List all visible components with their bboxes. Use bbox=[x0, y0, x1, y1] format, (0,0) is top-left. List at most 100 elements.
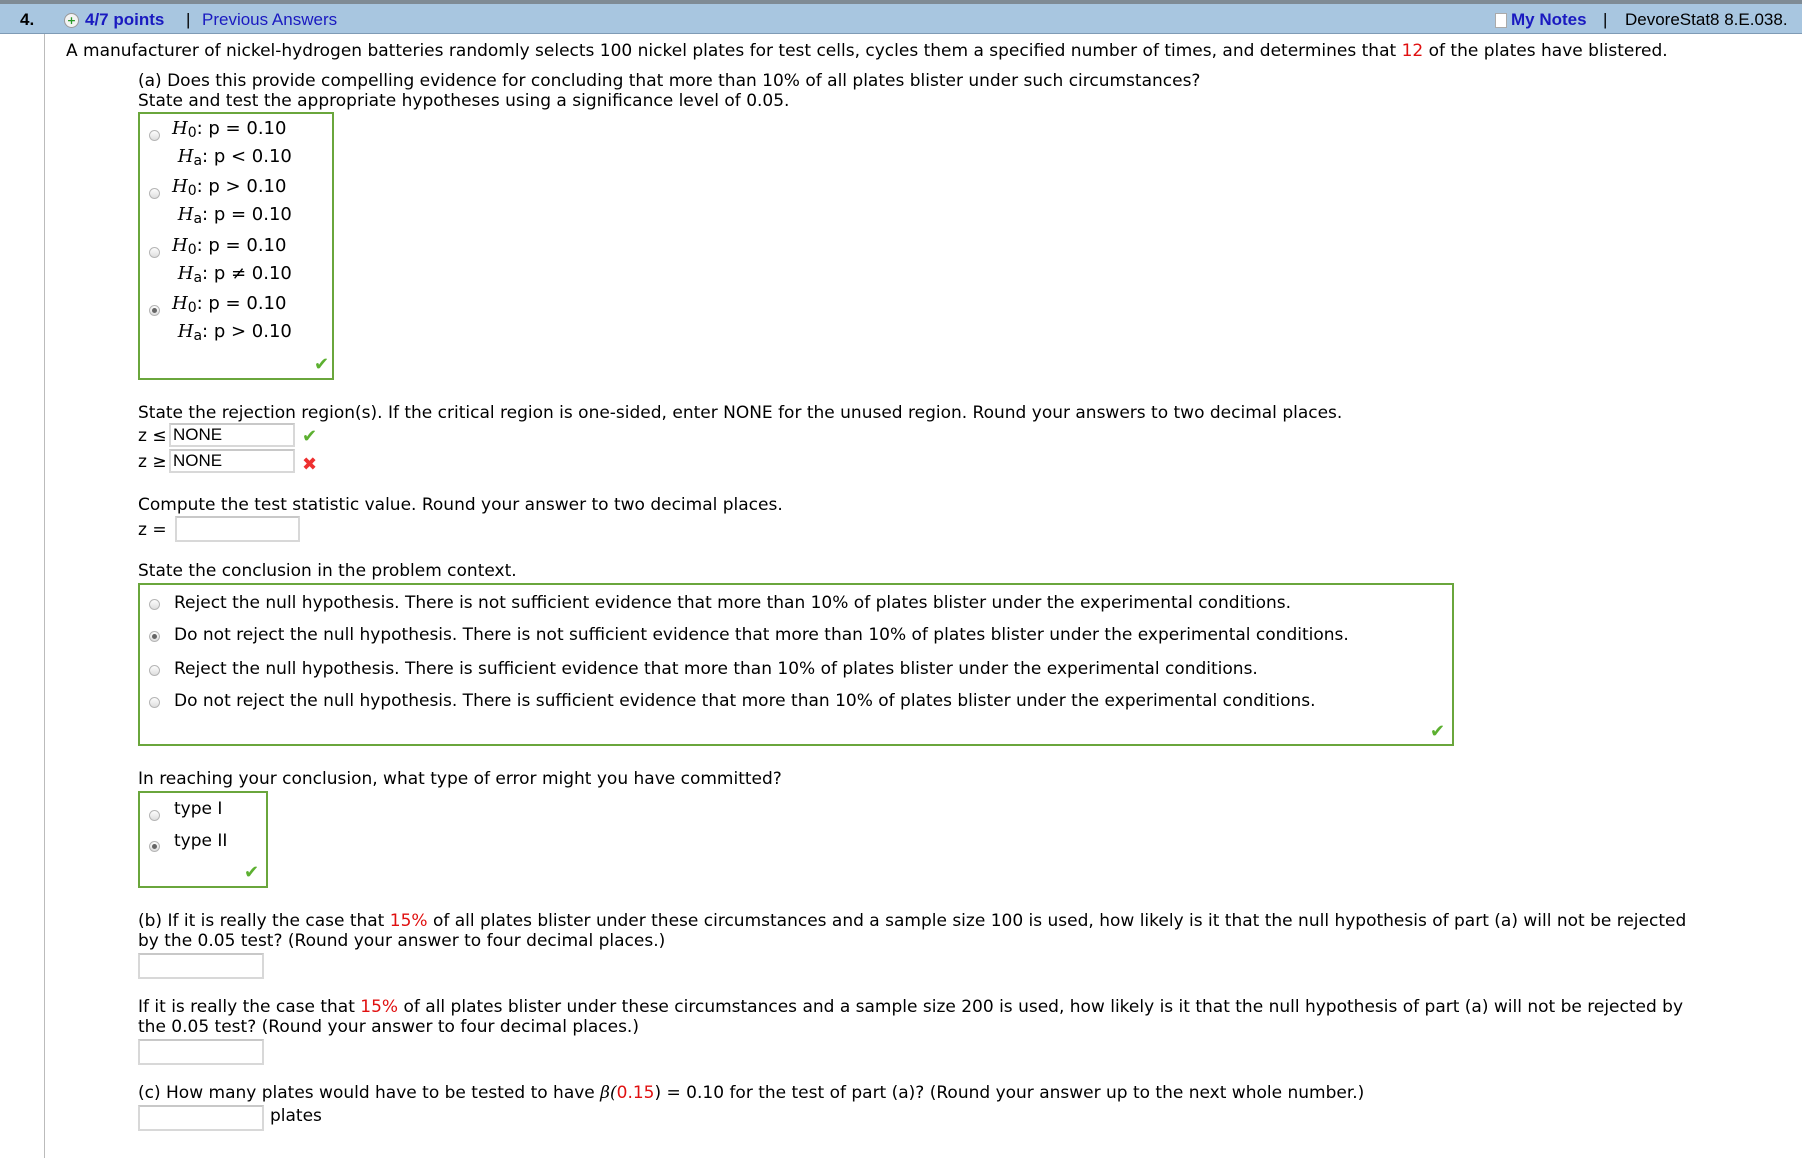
h0-symbol: H bbox=[172, 118, 188, 139]
conclusion-option-2[interactable]: Do not reject the null hypothesis. There… bbox=[174, 625, 1349, 645]
h0-text: : p = 0.10 bbox=[196, 118, 287, 139]
error-option-type-2[interactable]: type II bbox=[174, 831, 227, 851]
my-notes-label[interactable]: My Notes bbox=[1511, 10, 1587, 30]
part-b-question-2: If it is really the case that 15% of all… bbox=[138, 997, 1683, 1017]
conclusion-option-4[interactable]: Do not reject the null hypothesis. There… bbox=[174, 691, 1316, 711]
ha-symbol: H bbox=[177, 146, 194, 167]
part-b-question-1: (b) If it is really the case that 15% of… bbox=[138, 911, 1686, 931]
ha-text: : p = 0.10 bbox=[202, 204, 292, 225]
test-statistic-prompt: Compute the test statistic value. Round … bbox=[138, 495, 783, 515]
part-b-answer-1-input[interactable] bbox=[138, 953, 264, 979]
part-c-question: (c) How many plates would have to be tes… bbox=[138, 1083, 1364, 1103]
part-b-q1-text-end: of all plates blister under these circum… bbox=[427, 911, 1687, 931]
conclusion-radio-3[interactable] bbox=[149, 665, 160, 676]
hypothesis-radio-2[interactable] bbox=[149, 188, 160, 199]
beta-symbol: β( bbox=[600, 1083, 617, 1103]
error-type-prompt: In reaching your conclusion, what type o… bbox=[138, 769, 782, 789]
h0-subscript: 0 bbox=[187, 125, 197, 141]
ha-symbol: H bbox=[177, 204, 194, 225]
h0-text: : p = 0.10 bbox=[196, 293, 287, 314]
correct-check-icon: ✔ bbox=[314, 354, 330, 375]
ha-text: : p ≠ 0.10 bbox=[202, 263, 292, 284]
problem-code: DevoreStat8 8.E.038. bbox=[1625, 10, 1788, 29]
hypotheses-choice-group: H0: p = 0.10 Ha: p < 0.10 H0: p > 0.10 H… bbox=[138, 112, 334, 380]
conclusion-choice-group: Reject the null hypothesis. There is not… bbox=[138, 583, 1454, 746]
h0-subscript: 0 bbox=[187, 300, 197, 316]
rejection-region-prompt: State the rejection region(s). If the cr… bbox=[138, 403, 1343, 423]
ha-symbol: H bbox=[177, 263, 194, 284]
rejection-upper-input[interactable]: NONE bbox=[169, 449, 295, 473]
note-icon bbox=[1495, 12, 1507, 28]
rejection-lower-input[interactable]: NONE bbox=[169, 423, 295, 447]
h0-subscript: 0 bbox=[187, 183, 197, 199]
ha-text: : p < 0.10 bbox=[202, 146, 292, 167]
h0-text: : p = 0.10 bbox=[196, 235, 287, 256]
rejection-lower-label: z ≤ bbox=[138, 426, 167, 446]
ha-subscript: a bbox=[193, 270, 203, 286]
part-c-answer-input[interactable] bbox=[138, 1105, 264, 1131]
ha-text: : p > 0.10 bbox=[202, 321, 292, 342]
ha-subscript: a bbox=[193, 211, 203, 227]
hypothesis-option-3[interactable]: H0: p = 0.10 Ha: p ≠ 0.10 bbox=[172, 234, 292, 290]
hypothesis-radio-3[interactable] bbox=[149, 247, 160, 258]
hypothesis-option-1[interactable]: H0: p = 0.10 Ha: p < 0.10 bbox=[172, 117, 292, 173]
part-b-q1-highlight: 15% bbox=[389, 911, 428, 931]
hypothesis-radio-4[interactable] bbox=[149, 305, 160, 316]
part-c-text: (c) How many plates would have to be tes… bbox=[138, 1083, 601, 1103]
ha-symbol: H bbox=[177, 321, 194, 342]
error-type-choice-group: type I type II ✔ bbox=[138, 791, 268, 888]
problem-intro: A manufacturer of nickel-hydrogen batter… bbox=[66, 41, 1668, 61]
expand-plus-icon[interactable]: + bbox=[64, 12, 79, 28]
conclusion-radio-1[interactable] bbox=[149, 599, 160, 610]
part-b-q2-text-end: of all plates blister under these circum… bbox=[398, 997, 1684, 1017]
hypothesis-radio-1[interactable] bbox=[149, 130, 160, 141]
conclusion-prompt: State the conclusion in the problem cont… bbox=[138, 561, 517, 581]
rejection-upper-label: z ≥ bbox=[138, 452, 167, 472]
question-number: 4. bbox=[20, 10, 35, 29]
test-statistic-label: z = bbox=[138, 520, 167, 540]
conclusion-radio-2[interactable] bbox=[149, 631, 160, 642]
conclusion-radio-4[interactable] bbox=[149, 697, 160, 708]
error-radio-type-2[interactable] bbox=[149, 841, 160, 852]
part-c-text-end: ) = 0.10 for the test of part (a)? (Roun… bbox=[654, 1083, 1365, 1103]
test-statistic-input[interactable] bbox=[175, 516, 300, 542]
h0-symbol: H bbox=[172, 235, 188, 256]
part-b-answer-2-input[interactable] bbox=[138, 1039, 264, 1065]
conclusion-option-3[interactable]: Reject the null hypothesis. There is suf… bbox=[174, 659, 1258, 679]
error-radio-type-1[interactable] bbox=[149, 810, 160, 821]
error-option-type-1[interactable]: type I bbox=[174, 799, 222, 819]
intro-highlight-value: 12 bbox=[1401, 41, 1424, 61]
part-b-question-2-line2: the 0.05 test? (Round your answer to fou… bbox=[138, 1017, 639, 1037]
correct-check-icon: ✔ bbox=[1430, 721, 1446, 742]
question-header: 4. + 4/7 points | Previous Answers My No… bbox=[0, 0, 1802, 34]
intro-text: A manufacturer of nickel-hydrogen batter… bbox=[66, 41, 1402, 61]
separator: | bbox=[1603, 10, 1608, 29]
my-notes-link[interactable]: My Notes bbox=[1495, 10, 1587, 30]
part-a-instruction: State and test the appropriate hypothese… bbox=[138, 91, 790, 111]
correct-check-icon: ✔ bbox=[302, 426, 318, 447]
ha-subscript: a bbox=[193, 328, 203, 344]
intro-text-end: of the plates have blistered. bbox=[1423, 41, 1668, 61]
part-b-q2-text: If it is really the case that bbox=[138, 997, 361, 1017]
part-c-unit-label: plates bbox=[270, 1106, 322, 1126]
part-b-q1-text: (b) If it is really the case that bbox=[138, 911, 390, 931]
ha-subscript: a bbox=[193, 153, 203, 169]
previous-answers-link[interactable]: Previous Answers bbox=[202, 10, 337, 30]
hypothesis-option-2[interactable]: H0: p > 0.10 Ha: p = 0.10 bbox=[172, 175, 292, 231]
points-label[interactable]: 4/7 points bbox=[85, 10, 164, 30]
incorrect-cross-icon: ✖ bbox=[302, 454, 318, 475]
separator: | bbox=[186, 10, 191, 29]
part-c-highlight: 0.15 bbox=[616, 1083, 655, 1103]
hypothesis-option-4[interactable]: H0: p = 0.10 Ha: p > 0.10 bbox=[172, 292, 292, 348]
h0-text: : p > 0.10 bbox=[196, 176, 287, 197]
part-a-question: (a) Does this provide compelling evidenc… bbox=[138, 71, 1201, 91]
content-left-border bbox=[44, 34, 45, 1158]
points-link[interactable]: + 4/7 points bbox=[64, 10, 164, 30]
h0-symbol: H bbox=[172, 176, 188, 197]
part-b-q2-highlight: 15% bbox=[360, 997, 399, 1017]
h0-symbol: H bbox=[172, 293, 188, 314]
h0-subscript: 0 bbox=[187, 242, 197, 258]
conclusion-option-1[interactable]: Reject the null hypothesis. There is not… bbox=[174, 593, 1291, 613]
part-b-question-1-line2: by the 0.05 test? (Round your answer to … bbox=[138, 931, 666, 951]
correct-check-icon: ✔ bbox=[244, 862, 260, 883]
